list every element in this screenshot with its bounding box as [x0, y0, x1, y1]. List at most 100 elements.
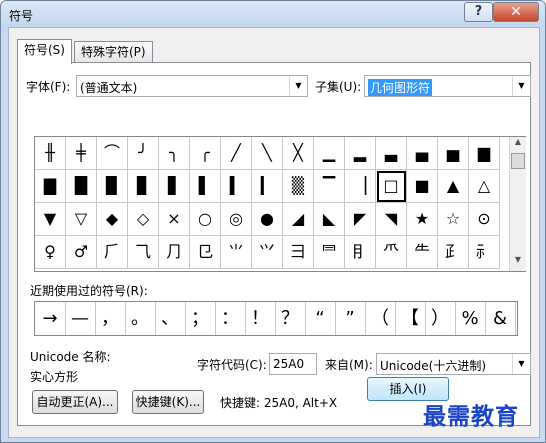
- recent-symbol-cell[interactable]: ，: [95, 302, 126, 335]
- symbol-cell[interactable]: ×: [159, 203, 190, 236]
- symbol-cell[interactable]: ◢: [283, 203, 314, 236]
- symbol-cell[interactable]: ⺕: [283, 236, 314, 269]
- watermark: 最需教育: [423, 403, 519, 430]
- chevron-down-icon[interactable]: ▼: [512, 354, 530, 374]
- recent-symbol-cell[interactable]: （: [365, 302, 396, 335]
- recent-symbol-cell[interactable]: ：: [215, 302, 246, 335]
- symbol-cell[interactable]: ⺬: [469, 236, 500, 269]
- symbol-cell[interactable]: ▊: [128, 170, 159, 203]
- symbol-cell[interactable]: ▇: [35, 170, 66, 203]
- chevron-down-icon[interactable]: ▼: [512, 76, 530, 96]
- symbol-cell[interactable]: ⌒: [97, 137, 128, 170]
- autocorrect-button[interactable]: 自动更正(A)...: [32, 390, 118, 414]
- symbol-grid-scrollbar[interactable]: ▲ ▼: [509, 137, 526, 271]
- recent-label: 近期使用过的符号(R):: [30, 284, 148, 298]
- recent-symbol-cell[interactable]: →: [35, 302, 66, 335]
- symbol-cell[interactable]: ╳: [283, 137, 314, 170]
- symbol-cell[interactable]: ⺋: [190, 236, 221, 269]
- symbol-cell[interactable]: ╮: [159, 137, 190, 170]
- help-button[interactable]: ?: [464, 2, 493, 22]
- symbol-cell[interactable]: ▌: [190, 170, 221, 203]
- symbol-cell[interactable]: ▕: [345, 170, 376, 203]
- symbol-cell[interactable]: ▉: [97, 170, 128, 203]
- recent-symbol-cell[interactable]: &: [485, 302, 516, 335]
- recent-symbol-cell[interactable]: —: [65, 302, 96, 335]
- symbol-cell[interactable]: ▂: [345, 137, 376, 170]
- symbol-cell[interactable]: ▼: [35, 203, 66, 236]
- symbol-cell[interactable]: ⊙: [469, 203, 500, 236]
- symbol-cell[interactable]: ⺌: [221, 236, 252, 269]
- symbol-cell[interactable]: ♂: [66, 236, 97, 269]
- close-button[interactable]: ✕: [493, 2, 539, 22]
- chevron-down-icon[interactable]: ▼: [289, 76, 307, 96]
- symbol-cell[interactable]: ▔: [314, 170, 345, 203]
- font-select[interactable]: (普通文本) ▼: [76, 75, 308, 97]
- symbol-cell[interactable]: ■: [407, 170, 438, 203]
- font-label: 字体(F):: [26, 80, 71, 94]
- symbol-cell[interactable]: ╫: [35, 137, 66, 170]
- recent-symbol-cell[interactable]: ）: [425, 302, 456, 335]
- symbol-cell[interactable]: ○: [190, 203, 221, 236]
- recent-symbol-cell[interactable]: 。: [125, 302, 156, 335]
- symbol-cell[interactable]: ╲: [252, 137, 283, 170]
- symbol-cell[interactable]: ▽: [66, 203, 97, 236]
- symbol-cell[interactable]: ▁: [314, 137, 345, 170]
- symbol-cell[interactable]: ⺍: [252, 236, 283, 269]
- recent-symbol-cell[interactable]: ；: [185, 302, 216, 335]
- symbol-cell[interactable]: ★: [407, 203, 438, 236]
- symbol-cell[interactable]: ◎: [221, 203, 252, 236]
- symbol-cell[interactable]: ♀: [35, 236, 66, 269]
- scroll-thumb[interactable]: [511, 153, 525, 169]
- symbol-cell[interactable]: █: [66, 170, 97, 203]
- symbol-dialog: 符号 ? ✕ 符号(S) 特殊字符(P) 字体(F): (普通文本) ▼ 子集(…: [0, 0, 546, 443]
- tab-special-characters[interactable]: 特殊字符(P): [74, 41, 153, 63]
- symbol-cell[interactable]: ◤: [345, 203, 376, 236]
- symbol-cell[interactable]: ╭: [190, 137, 221, 170]
- subset-select[interactable]: 几何图形符 ▼: [364, 75, 531, 97]
- recent-symbol-cell[interactable]: ”: [335, 302, 366, 335]
- symbol-cell[interactable]: ▲: [438, 170, 469, 203]
- symbol-cell[interactable]: ⺝: [345, 236, 376, 269]
- symbol-cell[interactable]: ⺜: [314, 236, 345, 269]
- recent-symbol-cell[interactable]: ？: [275, 302, 306, 335]
- symbol-cell[interactable]: ⺪: [438, 236, 469, 269]
- symbol-cell[interactable]: ◣: [314, 203, 345, 236]
- symbol-cell[interactable]: △: [469, 170, 500, 203]
- symbol-cell[interactable]: ▄: [407, 137, 438, 170]
- symbol-cell[interactable]: ╪: [66, 137, 97, 170]
- recent-symbol-cell[interactable]: 【: [395, 302, 426, 335]
- symbol-cell[interactable]: ▒: [283, 170, 314, 203]
- symbol-cell[interactable]: ╯: [128, 137, 159, 170]
- font-value: (普通文本): [80, 81, 138, 95]
- symbol-cell[interactable]: ☆: [438, 203, 469, 236]
- recent-symbol-cell[interactable]: %: [455, 302, 486, 335]
- symbol-cell[interactable]: ⺧: [407, 236, 438, 269]
- from-select[interactable]: Unicode(十六进制) ▼: [376, 353, 531, 375]
- symbol-cell[interactable]: ▃: [376, 137, 407, 170]
- shortcut-key-button[interactable]: 快捷键(K)...: [132, 390, 204, 414]
- symbol-cell[interactable]: ◆: [97, 203, 128, 236]
- tab-symbols[interactable]: 符号(S): [17, 39, 72, 64]
- symbol-cell[interactable]: ◥: [376, 203, 407, 236]
- symbol-cell[interactable]: ⺥: [376, 236, 407, 269]
- recent-symbol-cell[interactable]: “: [305, 302, 336, 335]
- symbol-cell[interactable]: ⺄: [128, 236, 159, 269]
- symbol-cell[interactable]: ▍: [221, 170, 252, 203]
- symbol-cell[interactable]: ⺆: [159, 236, 190, 269]
- symbol-cell[interactable]: ▅: [438, 137, 469, 170]
- recent-symbol-cell[interactable]: 、: [155, 302, 186, 335]
- scroll-up-icon[interactable]: ▲: [510, 137, 526, 151]
- dialog-body: 符号(S) 特殊字符(P) 字体(F): (普通文本) ▼ 子集(U): 几何图…: [8, 27, 540, 438]
- symbol-cell[interactable]: ⺁: [97, 236, 128, 269]
- symbol-cell[interactable]: ▆: [469, 137, 500, 170]
- char-code-label: 字符代码(C):: [197, 358, 267, 372]
- symbol-cell[interactable]: ╱: [221, 137, 252, 170]
- symbol-cell[interactable]: ▋: [159, 170, 190, 203]
- recent-symbol-cell[interactable]: ！: [245, 302, 276, 335]
- scroll-down-icon[interactable]: ▼: [510, 255, 526, 269]
- symbol-cell[interactable]: ◇: [128, 203, 159, 236]
- char-code-input[interactable]: 25A0: [269, 353, 317, 375]
- symbol-cell[interactable]: ●: [252, 203, 283, 236]
- symbol-cell[interactable]: ▎: [252, 170, 283, 203]
- symbol-cell[interactable]: □: [376, 170, 407, 203]
